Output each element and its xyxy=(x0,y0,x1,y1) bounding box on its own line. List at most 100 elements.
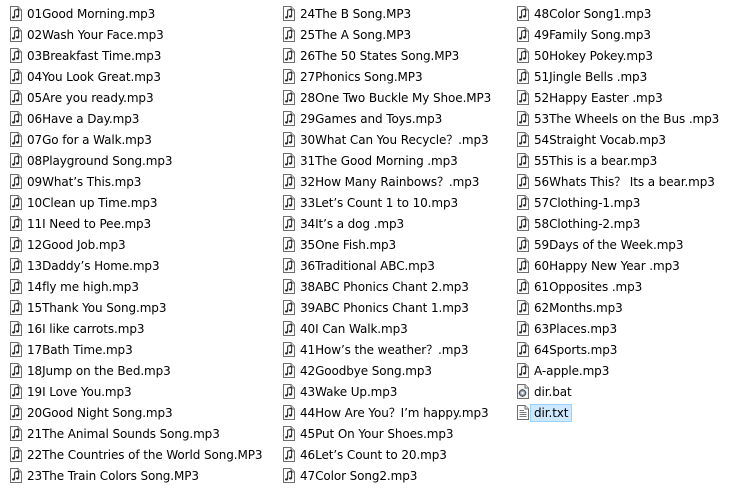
file-column-3: 48Color Song1.mp3 49Family Song.mp3 50Ho… xyxy=(515,3,722,423)
file-item[interactable]: 24The B Song.MP3 xyxy=(281,3,494,24)
file-item[interactable]: 48Color Song1.mp3 xyxy=(515,3,722,24)
file-item[interactable]: 55This is a bear.mp3 xyxy=(515,150,722,171)
file-name: A-apple.mp3 xyxy=(534,363,610,378)
file-item[interactable]: 34It’s a dog .mp3 xyxy=(281,213,494,234)
file-item[interactable]: 63Places.mp3 xyxy=(515,318,722,339)
file-name: 12Good Job.mp3 xyxy=(27,237,126,252)
file-item[interactable]: A-apple.mp3 xyxy=(515,360,722,381)
file-item[interactable]: 42Goodbye Song.mp3 xyxy=(281,360,494,381)
music-file-icon xyxy=(10,321,22,336)
file-item[interactable]: 59Days of the Week.mp3 xyxy=(515,234,722,255)
file-item[interactable]: 25The A Song.MP3 xyxy=(281,24,494,45)
file-name: 50Hokey Pokey.mp3 xyxy=(534,48,653,63)
file-item[interactable]: 13Daddy’s Home.mp3 xyxy=(8,255,265,276)
file-item[interactable]: 62Months.mp3 xyxy=(515,297,722,318)
file-item[interactable]: 04You Look Great.mp3 xyxy=(8,66,265,87)
file-item[interactable]: 56Whats This？ Its a bear.mp3 xyxy=(515,171,722,192)
file-item[interactable]: 39ABC Phonics Chant 1.mp3 xyxy=(281,297,494,318)
file-item[interactable]: 01Good Morning.mp3 xyxy=(8,3,265,24)
file-item[interactable]: 57Clothing-1.mp3 xyxy=(515,192,722,213)
file-item[interactable]: 32How Many Rainbows？.mp3 xyxy=(281,171,494,192)
music-file-icon xyxy=(10,342,22,357)
music-file-icon xyxy=(283,216,295,231)
file-item[interactable]: 08Playground Song.mp3 xyxy=(8,150,265,171)
file-item[interactable]: 02Wash Your Face.mp3 xyxy=(8,24,265,45)
file-name: 34It’s a dog .mp3 xyxy=(300,216,405,231)
file-name: 60Happy New Year .mp3 xyxy=(534,258,680,273)
file-item[interactable]: 17Bath Time.mp3 xyxy=(8,339,265,360)
file-item[interactable]: 46Let’s Count to 20.mp3 xyxy=(281,444,494,465)
file-name: 41How’s the weather？.mp3 xyxy=(300,342,469,357)
file-name: 62Months.mp3 xyxy=(534,300,623,315)
file-item[interactable]: 29Games and Toys.mp3 xyxy=(281,108,494,129)
batch-file-icon xyxy=(517,384,529,399)
file-item[interactable]: 45Put On Your Shoes.mp3 xyxy=(281,423,494,444)
music-file-icon xyxy=(517,69,529,84)
file-item[interactable]: 11I Need to Pee.mp3 xyxy=(8,213,265,234)
file-item[interactable]: 28One Two Buckle My Shoe.MP3 xyxy=(281,87,494,108)
file-item[interactable]: 27Phonics Song.MP3 xyxy=(281,66,494,87)
music-file-icon xyxy=(517,90,529,105)
music-file-icon xyxy=(10,132,22,147)
music-file-icon xyxy=(283,279,295,294)
file-item[interactable]: 16I like carrots.mp3 xyxy=(8,318,265,339)
file-item[interactable]: 19I Love You.mp3 xyxy=(8,381,265,402)
file-item[interactable]: 22The Countries of the World Song.MP3 xyxy=(8,444,265,465)
file-item[interactable]: 49Family Song.mp3 xyxy=(515,24,722,45)
file-item[interactable]: 38ABC Phonics Chant 2.mp3 xyxy=(281,276,494,297)
file-item[interactable]: 64Sports.mp3 xyxy=(515,339,722,360)
file-item[interactable]: 54Straight Vocab.mp3 xyxy=(515,129,722,150)
file-name: 16I like carrots.mp3 xyxy=(27,321,145,336)
file-item[interactable]: 35One Fish.mp3 xyxy=(281,234,494,255)
music-file-icon xyxy=(10,426,22,441)
file-item[interactable]: 58Clothing-2.mp3 xyxy=(515,213,722,234)
file-item[interactable]: 53The Wheels on the Bus .mp3 xyxy=(515,108,722,129)
file-item[interactable]: 14fly me high.mp3 xyxy=(8,276,265,297)
file-item[interactable]: 07Go for a Walk.mp3 xyxy=(8,129,265,150)
music-file-icon xyxy=(10,153,22,168)
file-item[interactable]: 33Let’s Count 1 to 10.mp3 xyxy=(281,192,494,213)
file-item[interactable]: 60Happy New Year .mp3 xyxy=(515,255,722,276)
music-file-icon xyxy=(283,321,295,336)
file-item[interactable]: 06Have a Day.mp3 xyxy=(8,108,265,129)
file-item[interactable]: 03Breakfast Time.mp3 xyxy=(8,45,265,66)
file-item[interactable]: 10Clean up Time.mp3 xyxy=(8,192,265,213)
file-item[interactable]: 41How’s the weather？.mp3 xyxy=(281,339,494,360)
file-item[interactable]: 36Traditional ABC.mp3 xyxy=(281,255,494,276)
file-name: 43Wake Up.mp3 xyxy=(300,384,398,399)
file-item[interactable]: 31The Good Morning .mp3 xyxy=(281,150,494,171)
music-file-icon xyxy=(10,384,22,399)
file-item[interactable]: 61Opposites .mp3 xyxy=(515,276,722,297)
file-item[interactable]: 52Happy Easter .mp3 xyxy=(515,87,722,108)
file-name: 18Jump on the Bed.mp3 xyxy=(27,363,171,378)
file-item[interactable]: 51Jingle Bells .mp3 xyxy=(515,66,722,87)
file-item[interactable]: 26The 50 States Song.MP3 xyxy=(281,45,494,66)
music-file-icon xyxy=(283,69,295,84)
file-item[interactable]: dir.bat xyxy=(515,381,722,402)
file-list: 01Good Morning.mp3 02Wash Your Face.mp3 … xyxy=(0,0,736,494)
file-item[interactable]: 21The Animal Sounds Song.mp3 xyxy=(8,423,265,444)
music-file-icon xyxy=(517,342,529,357)
file-item[interactable]: dir.txt xyxy=(515,402,722,423)
file-item[interactable]: 12Good Job.mp3 xyxy=(8,234,265,255)
file-column-2: 24The B Song.MP3 25The A Song.MP3 26The … xyxy=(281,3,494,486)
file-item[interactable]: 44How Are You？I’m happy.mp3 xyxy=(281,402,494,423)
file-item[interactable]: 09What’s This.mp3 xyxy=(8,171,265,192)
file-name: 07Go for a Walk.mp3 xyxy=(27,132,152,147)
file-item[interactable]: 18Jump on the Bed.mp3 xyxy=(8,360,265,381)
file-item[interactable]: 23The Train Colors Song.MP3 xyxy=(8,465,265,486)
file-item[interactable]: 05Are you ready.mp3 xyxy=(8,87,265,108)
file-item[interactable]: 30What Can You Recycle？.mp3 xyxy=(281,129,494,150)
file-name: 13Daddy’s Home.mp3 xyxy=(27,258,160,273)
music-file-icon xyxy=(283,195,295,210)
file-item[interactable]: 47Color Song2.mp3 xyxy=(281,465,494,486)
music-file-icon xyxy=(10,195,22,210)
music-file-icon xyxy=(283,468,295,483)
music-file-icon xyxy=(283,363,295,378)
file-item[interactable]: 43Wake Up.mp3 xyxy=(281,381,494,402)
file-item[interactable]: 15Thank You Song.mp3 xyxy=(8,297,265,318)
music-file-icon xyxy=(283,48,295,63)
file-item[interactable]: 50Hokey Pokey.mp3 xyxy=(515,45,722,66)
file-item[interactable]: 40I Can Walk.mp3 xyxy=(281,318,494,339)
file-item[interactable]: 20Good Night Song.mp3 xyxy=(8,402,265,423)
